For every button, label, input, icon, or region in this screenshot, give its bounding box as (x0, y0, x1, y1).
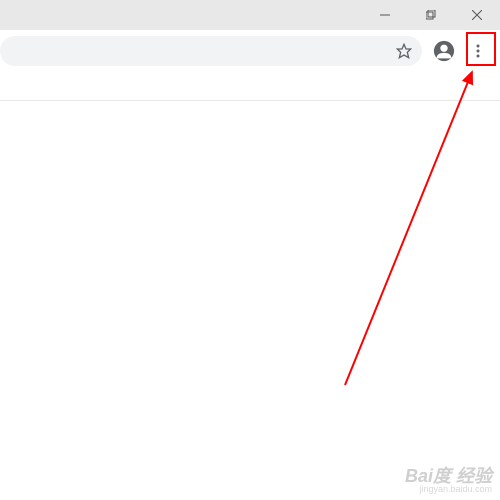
toolbar-divider (0, 100, 500, 101)
maximize-icon (426, 10, 436, 20)
profile-icon (433, 40, 455, 62)
window-title-bar (0, 0, 500, 30)
address-bar[interactable] (0, 36, 422, 66)
watermark-sub: jingyan.baidu.com (405, 485, 492, 494)
watermark: Bai度 经验 jingyan.baidu.com (405, 467, 492, 494)
profile-button[interactable] (430, 37, 458, 65)
browser-toolbar (0, 30, 500, 72)
close-icon (472, 10, 482, 20)
watermark-main: Bai度 经验 (405, 466, 492, 486)
minimize-icon (380, 10, 390, 20)
menu-button[interactable] (462, 35, 494, 67)
minimize-button[interactable] (362, 0, 408, 30)
three-dots-icon (470, 43, 486, 59)
bookmark-star-icon[interactable] (396, 43, 412, 59)
annotation-arrow (0, 60, 500, 500)
maximize-button[interactable] (408, 0, 454, 30)
close-button[interactable] (454, 0, 500, 30)
